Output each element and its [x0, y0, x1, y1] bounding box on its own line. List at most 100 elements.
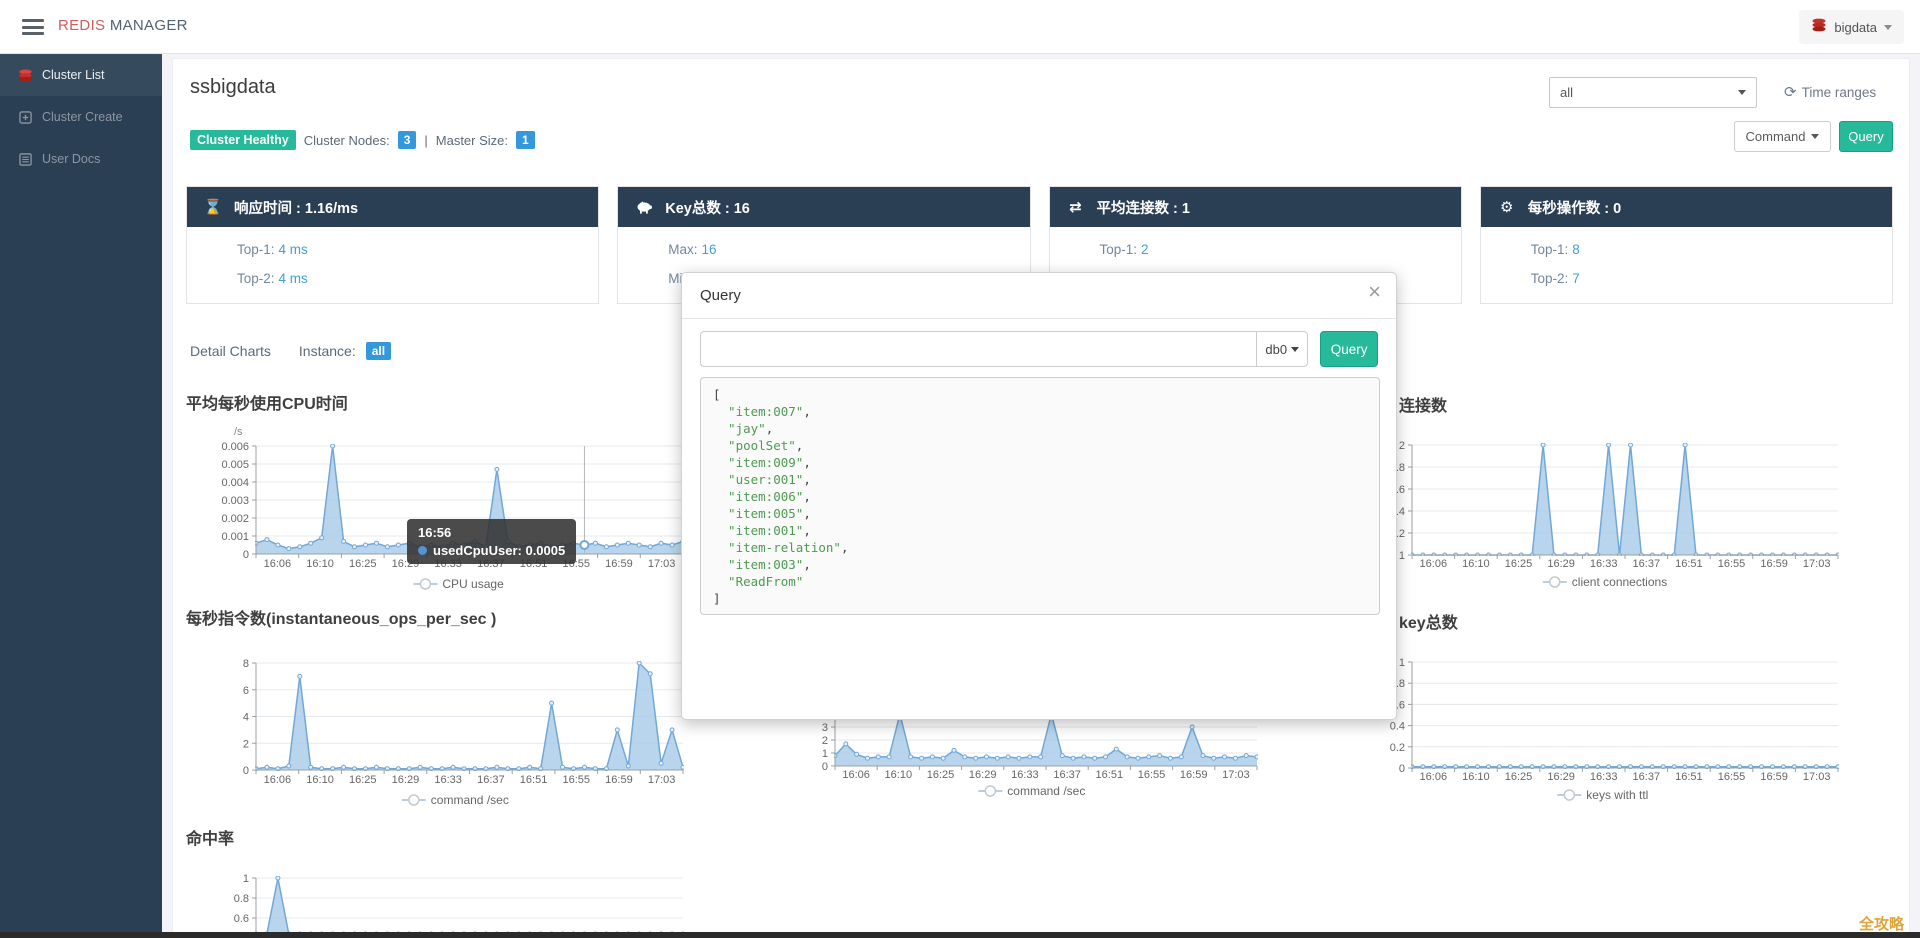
svg-text:1: 1 [1399, 657, 1405, 669]
svg-text:6: 6 [243, 685, 249, 697]
sidebar-item-label: Cluster Create [42, 110, 123, 124]
svg-text:16:37: 16:37 [477, 774, 505, 786]
svg-text:16:06: 16:06 [842, 769, 870, 781]
svg-text:16:55: 16:55 [1718, 771, 1746, 783]
svg-text:16:06: 16:06 [264, 558, 292, 570]
piggy-bank-icon [635, 200, 653, 214]
db-select-button[interactable]: db0 [1256, 331, 1309, 367]
query-submit-button[interactable]: Query [1320, 331, 1378, 367]
svg-text:每秒指令数(instantaneous_ops_per_se: 每秒指令数(instantaneous_ops_per_sec ) [186, 609, 496, 628]
svg-text:2: 2 [1399, 440, 1405, 452]
sidebar-item-cluster-create[interactable]: Cluster Create [0, 96, 162, 138]
svg-text:command /sec: command /sec [1007, 784, 1085, 798]
account-menu[interactable]: bigdata [1799, 10, 1904, 44]
docs-icon [17, 152, 33, 166]
svg-text:16:29: 16:29 [1547, 771, 1575, 783]
svg-text:0: 0 [243, 765, 249, 777]
svg-text:17:03: 17:03 [648, 774, 676, 786]
sidebar: Cluster List Cluster Create User Docs [0, 54, 162, 938]
detail-charts-label: Detail Charts [190, 343, 271, 359]
svg-text:16:29: 16:29 [969, 769, 997, 781]
chevron-down-icon [1738, 90, 1746, 95]
gear-icon: ⚙ [1500, 199, 1514, 216]
svg-text:16:10: 16:10 [1462, 771, 1490, 783]
command-dropdown-button[interactable]: Command [1734, 121, 1831, 152]
sidebar-item-cluster-list[interactable]: Cluster List [0, 54, 162, 96]
svg-text:4: 4 [243, 712, 249, 724]
range-select-value: all [1560, 85, 1574, 100]
chevron-down-icon [1884, 24, 1892, 30]
master-label: Master Size: [435, 132, 509, 148]
svg-text:16:59: 16:59 [1760, 771, 1788, 783]
svg-text:16:59: 16:59 [605, 558, 633, 570]
svg-text:0.8: 0.8 [234, 893, 249, 905]
chart-hit-rate[interactable]: 命中率00.20.40.60.8116:0616:1016:2516:2916:… [185, 828, 688, 938]
stat-row-value: 4 ms [278, 271, 308, 286]
range-select[interactable]: all [1549, 77, 1757, 108]
query-button-header[interactable]: Query [1839, 121, 1893, 152]
svg-text:16:10: 16:10 [306, 774, 334, 786]
stat-row-value: 2 [1141, 242, 1149, 257]
instance-badge[interactable]: all [365, 342, 392, 360]
svg-text:16:10: 16:10 [1462, 558, 1490, 570]
chart-keys-with-ttl[interactable]: key总数 0 0.2 0.4 0.6 0.8 1 16:06 16:10 16:25 16:29 1… [1390, 612, 1910, 812]
svg-text:keys with ttl: keys with ttl [1586, 788, 1648, 802]
svg-text:16:59: 16:59 [1760, 558, 1788, 570]
svg-text:17:03: 17:03 [1803, 558, 1831, 570]
svg-text:16:59: 16:59 [1180, 769, 1208, 781]
svg-text:16:33: 16:33 [1011, 769, 1039, 781]
svg-text:命中率: 命中率 [185, 829, 234, 848]
svg-text:2: 2 [243, 738, 249, 750]
detail-charts-row: Detail Charts Instance: all [190, 342, 392, 360]
svg-text:16:06: 16:06 [264, 774, 292, 786]
stat-card-title: 每秒操作数 : 0 [1527, 200, 1622, 217]
command-label: Command [1745, 129, 1806, 144]
hourglass-icon: ⌛ [203, 199, 223, 216]
svg-text:1: 1 [243, 873, 249, 885]
svg-text:16:51: 16:51 [1096, 769, 1124, 781]
chart-cpu-usage[interactable]: 平均每秒使用CPU时间/s 0 0.001 0.002 0.003 0.004 0.005 0… [186, 393, 688, 607]
stat-card-ops-per-sec: ⚙ 每秒操作数 : 0 Top-1: 8 Top-2: 7 [1479, 186, 1893, 304]
svg-text:16:51: 16:51 [520, 774, 548, 786]
chevron-down-icon [1291, 346, 1300, 352]
chart-client-connections[interactable]: 连接数 1 1.2 1.4 1.6 1.8 2 16:06 16:10 16:25 16:29 16:… [1390, 395, 1910, 602]
menu-toggle-icon[interactable] [22, 19, 44, 35]
svg-text:16:33: 16:33 [434, 558, 462, 570]
svg-text:0.002: 0.002 [221, 513, 249, 525]
svg-text:16:29: 16:29 [1547, 558, 1575, 570]
svg-text:key总数: key总数 [1399, 613, 1459, 632]
time-ranges-button[interactable]: ⟳ Time ranges [1784, 83, 1876, 101]
stat-row-value: 4 ms [278, 242, 308, 257]
svg-text:17:03: 17:03 [648, 558, 676, 570]
svg-text:连接数: 连接数 [1399, 396, 1448, 415]
close-icon[interactable]: × [1368, 281, 1381, 303]
sidebar-item-user-docs[interactable]: User Docs [0, 138, 162, 180]
plus-square-icon [17, 110, 33, 124]
query-modal-header: Query × [682, 273, 1396, 319]
chart-ops-per-sec[interactable]: 每秒指令数(instantaneous_ops_per_sec ) 0 2 4 6 8 16… [186, 608, 688, 818]
svg-text:17:03: 17:03 [1222, 769, 1250, 781]
stat-row-value: 16 [701, 242, 717, 257]
svg-text:0.4: 0.4 [1390, 721, 1405, 733]
svg-text:16:10: 16:10 [306, 558, 334, 570]
svg-text:16:51: 16:51 [1675, 558, 1703, 570]
svg-text:16:25: 16:25 [927, 769, 955, 781]
svg-text:0: 0 [1399, 763, 1405, 775]
svg-text:command /sec: command /sec [431, 793, 509, 807]
clock-refresh-icon: ⟳ [1784, 84, 1797, 101]
svg-text:/s: /s [234, 426, 243, 438]
query-input[interactable] [700, 331, 1257, 367]
db-select-value: db0 [1265, 341, 1288, 357]
svg-text:16:06: 16:06 [1420, 771, 1448, 783]
brand-redis: REDIS [58, 17, 106, 34]
exchange-icon: ⇄ [1069, 199, 1082, 216]
sidebar-item-label: Cluster List [42, 68, 105, 82]
stat-card-title: 响应时间 : 1.16/ms [234, 200, 359, 217]
svg-text:1: 1 [1399, 550, 1405, 562]
nodes-count-badge: 3 [397, 131, 417, 149]
sidebar-item-label: User Docs [42, 152, 101, 166]
cluster-status-row: Cluster Healthy Cluster Nodes: 3 | Maste… [190, 130, 535, 150]
svg-text:17:03: 17:03 [1803, 771, 1831, 783]
svg-text:16:55: 16:55 [562, 774, 590, 786]
stat-row-label: Top-1: [1099, 242, 1138, 257]
